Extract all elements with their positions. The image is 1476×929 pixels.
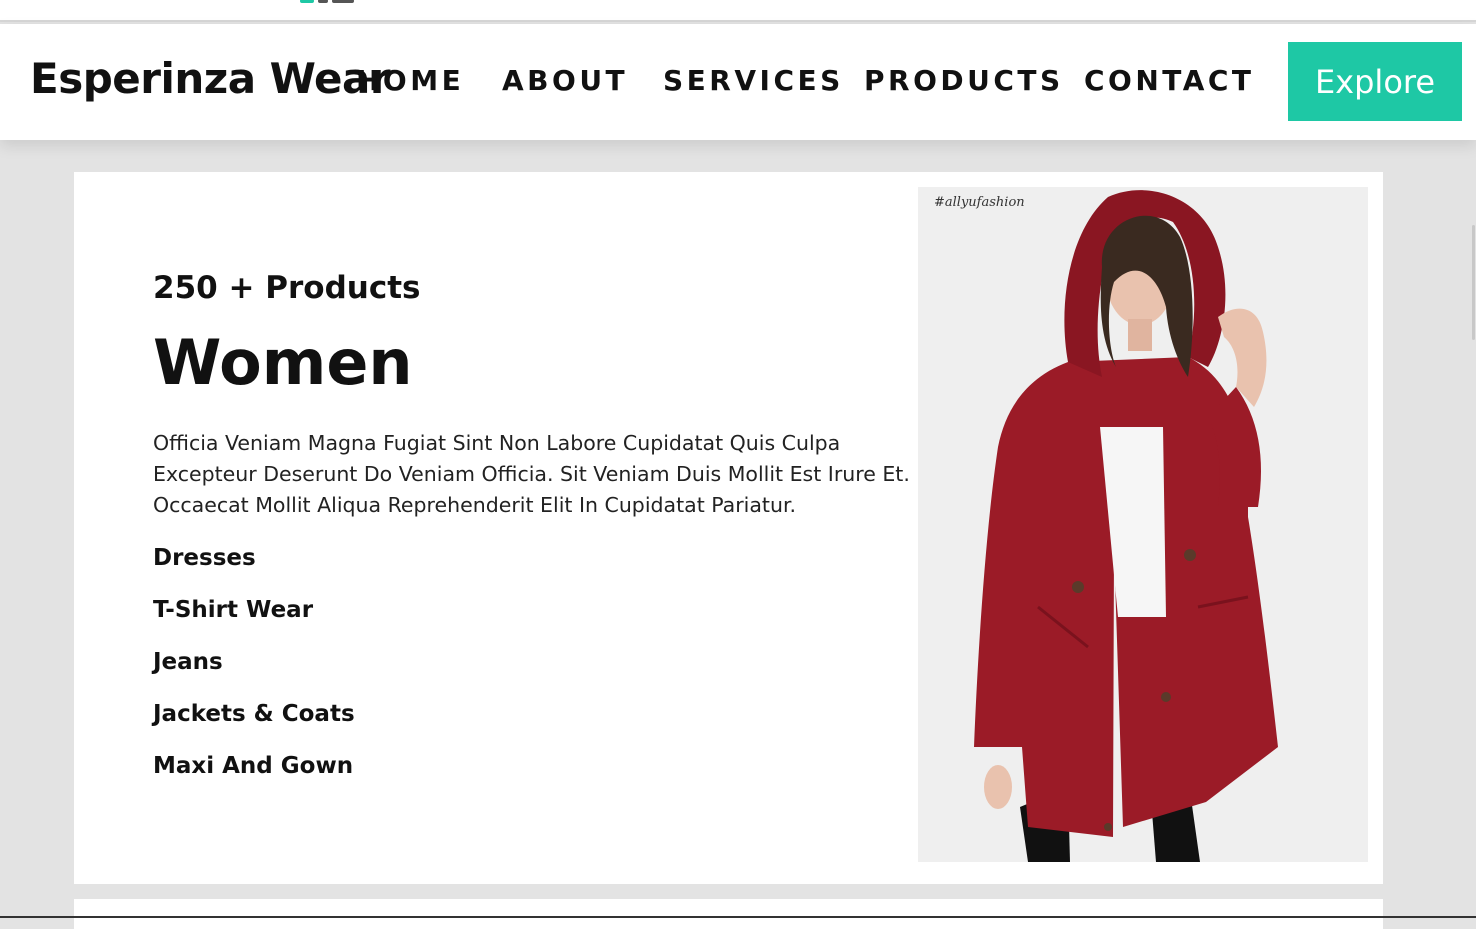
explore-button[interactable]: Explore: [1288, 42, 1462, 121]
navbar: Esperinza Wear HOME ABOUT SERVICES PRODU…: [0, 24, 1476, 140]
brand-logo[interactable]: Esperinza Wear: [30, 54, 391, 103]
nav-services-link[interactable]: SERVICES: [663, 64, 844, 97]
nav-products-link[interactable]: PRODUCTS: [864, 64, 1064, 97]
category-description: Officia Veniam Magna Fugiat Sint Non Lab…: [153, 431, 910, 517]
subcategory-dresses[interactable]: Dresses: [153, 543, 913, 595]
subcategory-tshirt-wear[interactable]: T-Shirt Wear: [153, 595, 913, 647]
nav-contact-link[interactable]: CONTACT: [1084, 64, 1255, 97]
nav-about-link[interactable]: ABOUT: [502, 64, 628, 97]
subcategory-list: Dresses T-Shirt Wear Jeans Jackets & Coa…: [153, 543, 913, 803]
model-photo: #allyufashion: [918, 187, 1368, 862]
nav-home-link[interactable]: HOME: [356, 64, 464, 97]
subcategory-jeans[interactable]: Jeans: [153, 647, 913, 699]
page-top-strip: [0, 0, 1476, 22]
scrollbar-thumb[interactable]: [1472, 225, 1475, 340]
cropped-text-fragment: [300, 0, 420, 3]
product-count: 250 + Products: [153, 270, 421, 306]
subcategory-maxi-gown[interactable]: Maxi And Gown: [153, 751, 913, 803]
subcategory-jackets-coats[interactable]: Jackets & Coats: [153, 699, 913, 751]
bottom-divider: [0, 916, 1476, 918]
photo-watermark: #allyufashion: [934, 195, 1025, 210]
category-title: Women: [153, 326, 413, 399]
woman-in-red-jacket-illustration: [974, 190, 1278, 862]
next-category-card: [74, 899, 1383, 929]
women-category-card: 250 + Products Women Officia Veniam Magn…: [74, 172, 1383, 884]
category-text-block: 250 + Products Women Officia Veniam Magn…: [153, 270, 913, 803]
